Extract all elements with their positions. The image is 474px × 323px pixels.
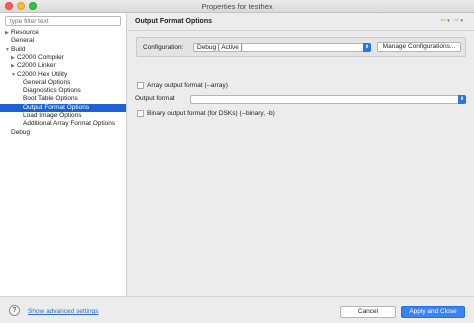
tree-item-build[interactable]: ▼Build xyxy=(0,46,126,54)
footer: ? Show advanced settings Cancel Apply an… xyxy=(0,296,474,323)
tree-item-label: C2000 Compiler xyxy=(17,53,64,61)
binary-output-label: Binary output format (for DSKs) (--binar… xyxy=(147,110,275,117)
page-title: Output Format Options xyxy=(135,18,212,25)
tree-item-label: C2000 Linker xyxy=(17,62,56,70)
updown-chevron-icon: ⬍ xyxy=(363,43,371,52)
sidebar: ▶ResourceGeneral▼Build▶C2000 Compiler▶C2… xyxy=(0,13,127,296)
filter-input[interactable] xyxy=(5,16,121,26)
tree-item-label: Debug xyxy=(11,128,31,136)
cancel-button[interactable]: Cancel xyxy=(340,306,396,318)
array-output-label: Array output format (--array) xyxy=(147,82,228,89)
tree-item-resource[interactable]: ▶ Resource xyxy=(0,29,126,37)
chevron-down-icon[interactable]: ▾ xyxy=(460,18,463,24)
tree-item-label: General Options xyxy=(23,78,71,86)
tree-item-label: Resource xyxy=(11,29,39,36)
tree-item-label: Build xyxy=(11,45,26,53)
tree-item-label: Boot Table Options xyxy=(23,95,78,103)
output-format-label: Output format xyxy=(135,95,175,102)
tree-item-c2000-linker[interactable]: ▶ C2000 Linker xyxy=(0,62,126,70)
tree-item-label: General xyxy=(11,37,35,45)
chevron-down-icon[interactable]: ▾ xyxy=(447,18,450,24)
output-format-select[interactable]: ⬍ xyxy=(190,95,466,104)
history-nav: ⇦ ▾ ⇨ ▾ xyxy=(440,17,466,25)
tree-item-debug[interactable]: Debug xyxy=(0,129,126,137)
apply-and-close-button[interactable]: Apply and Close xyxy=(401,306,465,318)
tree-item-label: Additional Array Format Options xyxy=(23,120,116,128)
show-advanced-settings-link[interactable]: Show advanced settings xyxy=(28,308,98,315)
tree-item-c2000-compiler[interactable]: ▶ C2000 Compiler xyxy=(0,54,126,62)
tree-item-label: Load Image Options xyxy=(23,112,82,119)
tree-item-general[interactable]: General xyxy=(0,37,126,45)
arrow-right-icon[interactable]: ⇨ xyxy=(454,17,460,25)
tree-item-label: Output Format Options xyxy=(23,103,90,111)
tree-item-additional-array-format-options[interactable]: Additional Array Format Options xyxy=(0,120,126,128)
arrow-left-icon[interactable]: ⇦ xyxy=(440,17,446,25)
tree-item-c2000-hex-utility[interactable]: ▼C2000 Hex Utility xyxy=(0,71,126,79)
page-header: Output Format Options ⇦ ▾ ⇨ ▾ xyxy=(128,13,474,31)
window-title: Properties for testhex xyxy=(201,2,273,11)
tree-item-label: Diagnostics Options xyxy=(23,87,81,95)
tree-item-output-format-options[interactable]: Output Format Options xyxy=(0,103,126,112)
configuration-select[interactable]: Debug [ Active ] ⬍ xyxy=(193,43,371,52)
help-icon[interactable]: ? xyxy=(9,305,20,316)
tree-item-load-image-options[interactable]: Load Image Options xyxy=(0,112,126,120)
tree-item-diagnostics-options[interactable]: Diagnostics Options xyxy=(0,87,126,95)
configuration-label: Configuration: xyxy=(143,44,184,51)
configuration-bar: Configuration: Debug [ Active ] ⬍ Manage… xyxy=(136,37,466,57)
array-output-checkbox[interactable] xyxy=(137,82,144,89)
tree-item-label: C2000 Hex Utility xyxy=(17,70,68,78)
configuration-value: Debug [ Active ] xyxy=(197,44,243,51)
binary-output-checkbox[interactable] xyxy=(137,110,144,117)
title-bar: Properties for testhex xyxy=(0,0,474,13)
main-panel: Output Format Options ⇦ ▾ ⇨ ▾ Configurat… xyxy=(128,13,474,296)
manage-configurations-button[interactable]: Manage Configurations... xyxy=(377,42,461,52)
updown-chevron-icon: ⬍ xyxy=(458,95,466,104)
tree-item-boot-table-options[interactable]: Boot Table Options xyxy=(0,95,126,103)
tree-item-general-options[interactable]: General Options xyxy=(0,79,126,87)
